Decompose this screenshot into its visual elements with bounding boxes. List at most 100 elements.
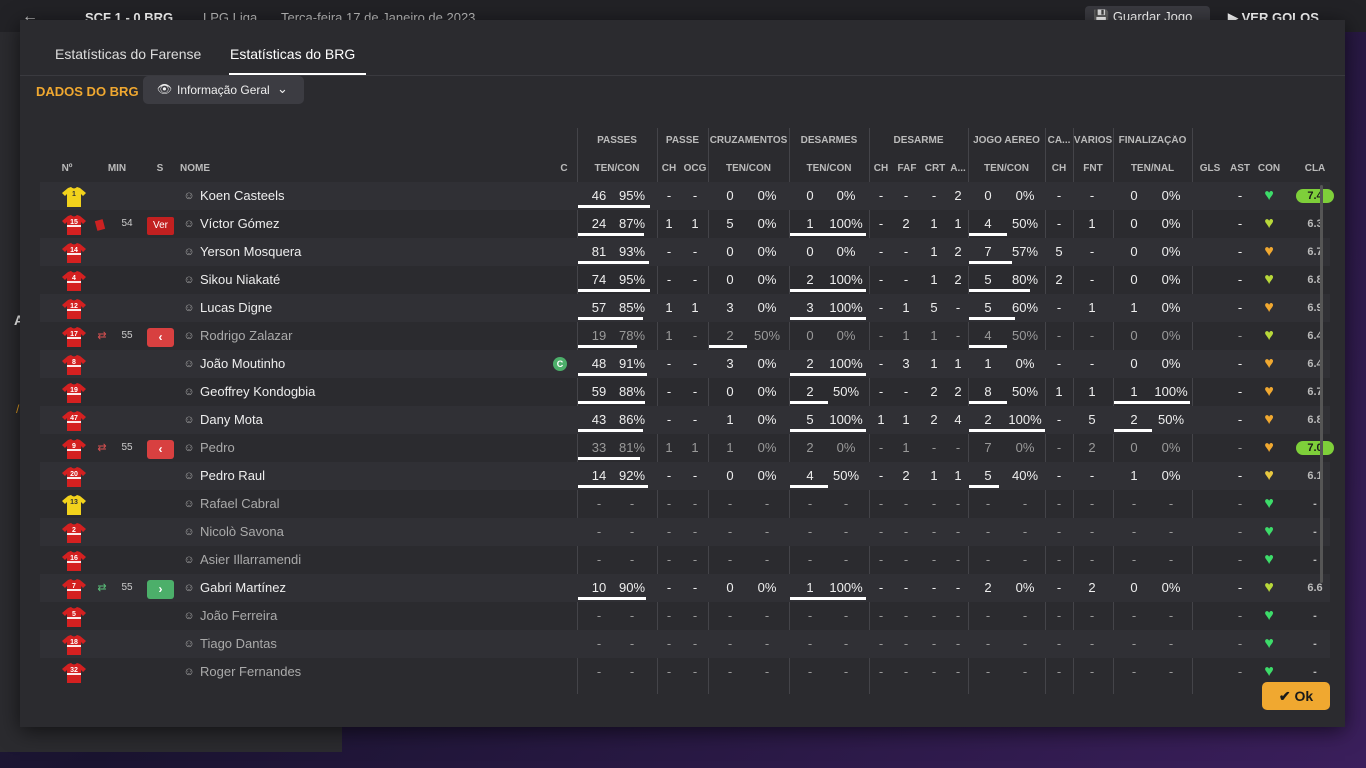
- table-row[interactable]: 14 ☺ Yerson Mosquera 81 93% - -0 0% 0 0% - -1 2 7 57% 5…: [40, 238, 1330, 266]
- tab-brg-stats[interactable]: Estatísticas do BRG: [230, 46, 355, 62]
- sub-out-button[interactable]: ‹: [147, 440, 174, 459]
- desarme-value: 1: [902, 440, 910, 455]
- condition-heart-icon: ♥: [1264, 495, 1274, 512]
- shots-attempts: 0: [1130, 328, 1138, 343]
- player-name[interactable]: Tiago Dantas: [200, 630, 540, 658]
- crosses-percent: 0%: [757, 356, 777, 371]
- progress-bar: [969, 401, 1007, 404]
- progress-bar: [969, 485, 1000, 488]
- fnt-value: 1: [1088, 384, 1096, 399]
- table-row[interactable]: 2 ☺ Nicolò Savona - - - - - - - - - - - - - - - - - - - ♥ -: [40, 518, 1330, 546]
- passes-attempts: -: [596, 664, 602, 679]
- assists-value: -: [1237, 188, 1243, 203]
- shirt-number: 4: [72, 275, 76, 282]
- player-name[interactable]: Geoffrey Kondogbia: [200, 378, 540, 406]
- player-name[interactable]: Sikou Niakaté: [200, 266, 540, 294]
- view-dropdown[interactable]: 👁 Informação Geral ⌄: [143, 76, 304, 104]
- desarme-value: -: [931, 496, 937, 511]
- desarme-value: -: [903, 664, 909, 679]
- progress-bar: [578, 317, 643, 320]
- shots-percent: 0%: [1161, 440, 1181, 455]
- table-row[interactable]: 32 ☺ Roger Fernandes - - - - - - - - - - - - - - - - - - - ♥ -: [40, 658, 1330, 686]
- sub-in-button[interactable]: ›: [147, 580, 174, 599]
- shots-attempts: 0: [1130, 216, 1138, 231]
- view-button[interactable]: Ver: [147, 217, 174, 235]
- table-row[interactable]: 20 ☺ Pedro Raul 14 92% - -0 0% 4 50% -2 1 1 5 40% - -1 0%…: [40, 462, 1330, 490]
- progress-bar: [790, 373, 866, 376]
- shots-percent: -: [1168, 636, 1174, 651]
- table-row[interactable]: 17 ⇄ ‹ 55 ☺ Rodrigo Zalazar 19 78% 1-2 50% 0 0% -1 1-…: [40, 322, 1330, 350]
- sub-out-button[interactable]: ‹: [147, 328, 174, 347]
- player-name[interactable]: Roger Fernandes: [200, 658, 540, 686]
- player-name[interactable]: Gabri Martínez: [200, 574, 540, 602]
- player-name[interactable]: Nicolò Savona: [200, 518, 540, 546]
- minutes-played: 54: [121, 218, 133, 229]
- crosses-percent: -: [764, 496, 770, 511]
- shots-attempts: -: [1131, 496, 1137, 511]
- shirt-number: 2: [72, 527, 76, 534]
- fnt-value: -: [1089, 608, 1095, 623]
- player-name[interactable]: Pedro: [200, 434, 540, 462]
- player-name[interactable]: João Ferreira: [200, 602, 540, 630]
- ca-value: -: [1056, 636, 1062, 651]
- player-name[interactable]: Rodrigo Zalazar: [200, 322, 540, 350]
- rating-value: 6.7: [1307, 386, 1323, 398]
- desarme-value: 1: [930, 328, 938, 343]
- column-header: CLA: [1304, 163, 1326, 174]
- fnt-value: -: [1089, 272, 1095, 287]
- table-row[interactable]: 9 ⇄ ‹ 55 ☺ Pedro 33 81% 1 1 1 0% 2 0% -1- -7 0% -2 0 0% - ♥ 7.…: [40, 434, 1334, 462]
- rating-value: 6.8: [1307, 274, 1323, 286]
- assists-value: -: [1237, 272, 1243, 287]
- eye-icon: 👁: [157, 82, 173, 96]
- player-name[interactable]: Víctor Gómez: [200, 210, 540, 238]
- crosses-percent: 0%: [757, 188, 777, 203]
- player-name[interactable]: Dany Mota: [200, 406, 540, 434]
- table-row[interactable]: 4 ☺ Sikou Niakaté 74 95% - -0 0% 2 100% - -1 2 5 80% 2-…: [40, 266, 1330, 294]
- shots-attempts: -: [1131, 552, 1137, 567]
- shirt-icon: 17: [62, 327, 86, 347]
- desarme-value: 1: [902, 300, 910, 315]
- tab-farense-stats[interactable]: Estatísticas do Farense: [55, 46, 201, 62]
- ca-value: 2: [1055, 272, 1063, 287]
- ok-button[interactable]: ✔ Ok: [1262, 682, 1330, 710]
- aerial-percent: 0%: [1015, 580, 1035, 595]
- passe-ch: 1: [665, 300, 673, 315]
- table-row[interactable]: 1 ☺ Koen Casteels 46 95% - -0 0% 0 0% - - -2 0 0% - -0 0%…: [40, 182, 1334, 210]
- table-row[interactable]: 8 ☺ João Moutinho C 48 91% - -3 0% 2 100% -3 1 1 1 0% - -…: [40, 350, 1330, 378]
- table-row[interactable]: 5 ☺ João Ferreira - - - - - - - - - - - - - - - - - - - ♥ -: [40, 602, 1330, 630]
- crosses-percent: -: [764, 664, 770, 679]
- desarme-value: 3: [902, 356, 910, 371]
- player-name[interactable]: João Moutinho: [200, 350, 540, 378]
- assists-value: -: [1237, 216, 1243, 231]
- column-header: FAF: [897, 163, 917, 174]
- table-row[interactable]: 16 ☺ Asier Illarramendi - - - - - - - - - - - - - - - - - - -…: [40, 546, 1330, 574]
- table-row[interactable]: 15 Ver 54 ☺ Víctor Gómez 24 87% 1 1 5 0% 1 100% -2 1 1 4…: [40, 210, 1330, 238]
- player-name[interactable]: Pedro Raul: [200, 462, 540, 490]
- desarme-value: -: [878, 272, 884, 287]
- assists-value: -: [1237, 552, 1243, 567]
- table-row[interactable]: 47 ☺ Dany Mota 43 86% - -1 0% 5 100% 1 1 2 4 2 100% -5 2 5…: [40, 406, 1330, 434]
- player-name[interactable]: Lucas Digne: [200, 294, 540, 322]
- player-name[interactable]: Yerson Mosquera: [200, 238, 540, 266]
- shirt-number: 13: [70, 499, 78, 506]
- tackles-attempts: -: [807, 608, 813, 623]
- table-row[interactable]: 12 ☺ Lucas Digne 57 85% 1 1 3 0% 3 100% -1 5-5 60% -1 1…: [40, 294, 1330, 322]
- crosses-attempts: 3: [726, 300, 734, 315]
- assists-value: -: [1237, 412, 1243, 427]
- player-name[interactable]: Koen Casteels: [200, 182, 540, 210]
- crosses-attempts: 1: [726, 440, 734, 455]
- progress-bar: [790, 317, 866, 320]
- table-row[interactable]: 19 ☺ Geoffrey Kondogbia 59 88% - -0 0% 2 50% - -2 2 8…: [40, 378, 1330, 406]
- player-name[interactable]: Asier Illarramendi: [200, 546, 540, 574]
- passe-ch: -: [666, 244, 672, 259]
- table-row[interactable]: 18 ☺ Tiago Dantas - - - - - - - - - - - - - - - - - - - ♥ -: [40, 630, 1330, 658]
- shirt-icon: 20: [62, 467, 86, 487]
- player-name[interactable]: Rafael Cabral: [200, 490, 540, 518]
- desarme-value: 2: [954, 188, 962, 203]
- table-row[interactable]: 7 ⇄ › 55 ☺ Gabri Martínez 10 90% - -0 0% 1 100% - - - -2…: [40, 574, 1330, 602]
- table-row[interactable]: 13 ☺ Rafael Cabral - - - - - - - - - - - - - - - - - - - ♥ -: [40, 490, 1330, 518]
- table-scrollbar[interactable]: [1320, 185, 1323, 583]
- fnt-value: -: [1089, 664, 1095, 679]
- shirt-number: 32: [70, 667, 78, 674]
- shots-percent: -: [1168, 552, 1174, 567]
